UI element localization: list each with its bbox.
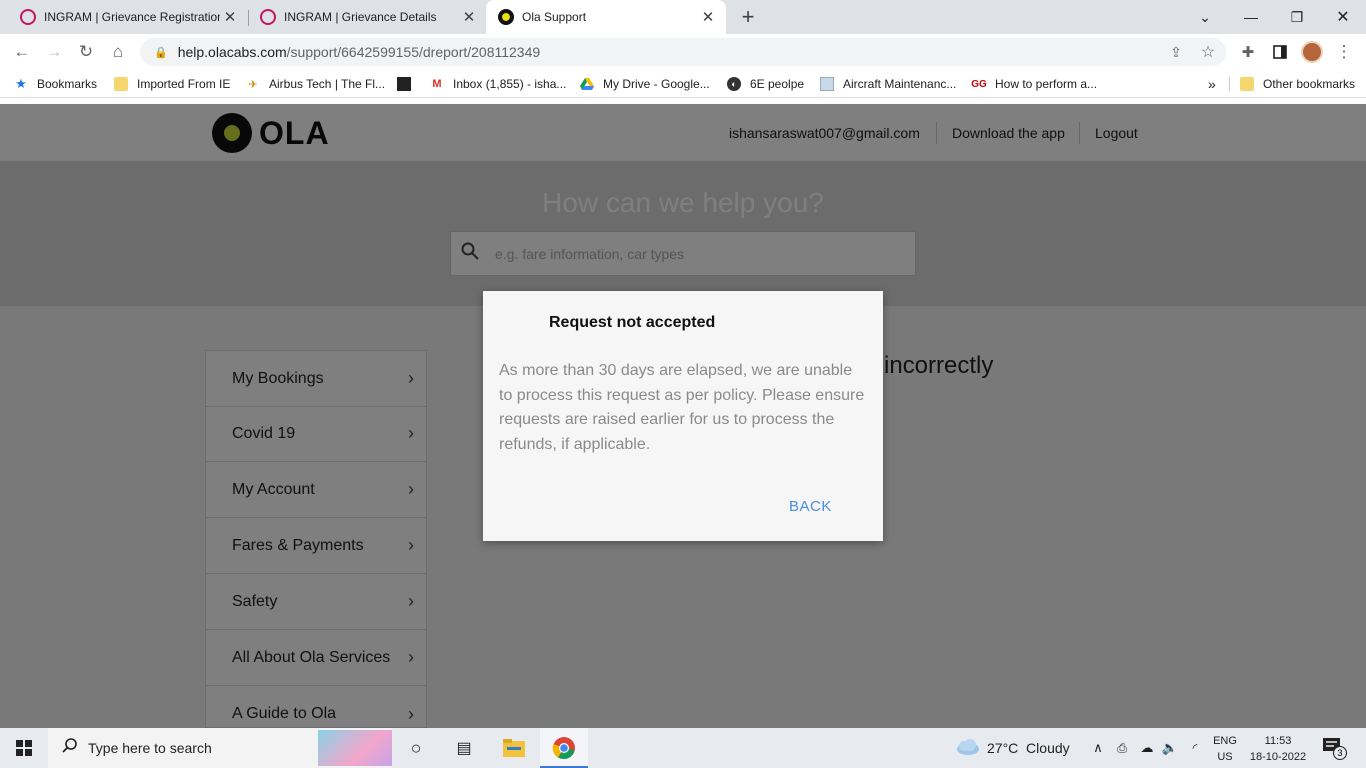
tab-title: INGRAM | Grievance Registration xyxy=(44,10,220,24)
dialog-message: As more than 30 days are elapsed, we are… xyxy=(499,362,865,453)
globe-icon: ◐ xyxy=(727,77,741,91)
home-icon[interactable]: ⌂ xyxy=(106,40,130,64)
bookmark-divider xyxy=(1229,77,1230,91)
bookmark-item[interactable]: M Inbox (1,855) - isha... xyxy=(430,75,566,93)
language-indicator[interactable]: ENG US xyxy=(1212,733,1238,765)
tab-search-icon[interactable]: ⌄ xyxy=(1182,0,1228,34)
search-highlight-image[interactable] xyxy=(318,730,392,766)
reload-icon[interactable]: ↻ xyxy=(74,40,98,64)
restore-button[interactable]: ❐ xyxy=(1274,0,1320,34)
bookmark-label: My Drive - Google... xyxy=(603,77,710,91)
side-panel-icon[interactable] xyxy=(1268,40,1292,64)
share-icon[interactable]: ⇪ xyxy=(1164,40,1188,64)
notification-count-badge: 3 xyxy=(1333,746,1347,760)
volume-icon[interactable]: 🔈 xyxy=(1161,738,1179,758)
gfg-icon: GG xyxy=(971,78,987,90)
extensions-icon[interactable]: ✚ xyxy=(1236,40,1260,64)
cloudy-weather-icon[interactable] xyxy=(954,739,980,755)
close-tab-icon[interactable]: ✕ xyxy=(698,8,718,26)
keyboard-layout: US xyxy=(1217,751,1233,763)
bookmark-label: Bookmarks xyxy=(37,77,98,91)
folder-icon xyxy=(114,77,128,91)
tab-ingram-registration[interactable]: INGRAM | Grievance Registration ✕ xyxy=(0,0,248,34)
chrome-taskbar-button[interactable] xyxy=(540,728,588,768)
bookmark-label: 6E peolpe xyxy=(750,77,805,91)
bookmark-item[interactable] xyxy=(397,75,420,93)
show-hidden-icons-icon[interactable]: ∧ xyxy=(1090,738,1106,758)
bookmark-item[interactable]: Imported From IE xyxy=(114,75,230,93)
notification-center-icon[interactable]: 3 xyxy=(1322,737,1347,761)
bookmark-item[interactable]: My Drive - Google... xyxy=(580,75,710,93)
bookmark-star-icon[interactable]: ☆ xyxy=(1196,40,1220,64)
profile-avatar[interactable] xyxy=(1301,41,1323,63)
forward-arrow-icon[interactable]: → xyxy=(42,40,66,64)
bookmark-label: How to perform a... xyxy=(995,77,1098,91)
folder-icon xyxy=(1240,77,1254,91)
tab-ingram-details[interactable]: INGRAM | Grievance Details ✕ xyxy=(240,0,487,34)
new-tab-button[interactable]: + xyxy=(736,4,760,29)
back-arrow-icon[interactable]: ← xyxy=(10,40,34,64)
file-explorer-icon[interactable] xyxy=(498,728,530,768)
widgets-icon[interactable]: ▤ xyxy=(448,728,480,768)
wifi-icon[interactable]: ◜ xyxy=(1186,738,1204,758)
search-icon xyxy=(62,737,78,759)
lock-icon: 🔒 xyxy=(154,46,168,59)
address-bar[interactable]: 🔒 help.olacabs.com/support/6642599155/dr… xyxy=(140,38,1226,66)
back-button[interactable]: BACK xyxy=(789,498,832,515)
drive-icon xyxy=(580,77,594,91)
request-dialog: Request not accepted As more than 30 day… xyxy=(483,291,883,541)
dialog-title: Request not accepted xyxy=(549,314,716,331)
bookmark-item[interactable]: ✈ Airbus Tech | The Fl... xyxy=(246,75,385,93)
minimize-button[interactable]: — xyxy=(1228,0,1274,34)
url-path: /support/6642599155/dreport/208112349 xyxy=(286,44,541,60)
language-code: ENG xyxy=(1213,735,1237,747)
ola-favicon-icon xyxy=(498,9,514,25)
url-host: help.olacabs.com xyxy=(177,44,287,60)
star-icon: ★ xyxy=(15,76,27,91)
bookmark-item[interactable]: ★ Bookmarks xyxy=(14,75,97,93)
bookmark-item[interactable]: GG How to perform a... xyxy=(971,75,1098,93)
close-window-button[interactable]: ✕ xyxy=(1320,0,1366,34)
tab-title: Ola Support xyxy=(522,10,587,24)
page-icon xyxy=(820,77,834,91)
clock-time: 11:53 xyxy=(1264,735,1292,747)
clock-date: 18-10-2022 xyxy=(1249,751,1307,763)
meet-now-icon[interactable]: ⎙ xyxy=(1114,738,1130,758)
bookmarks-overflow-button[interactable]: » xyxy=(1208,75,1216,93)
other-bookmarks[interactable]: Other bookmarks xyxy=(1240,75,1355,93)
ingram-favicon-icon xyxy=(20,9,36,25)
gmail-icon: M xyxy=(432,78,442,90)
windows-start-icon[interactable] xyxy=(0,728,48,768)
clock[interactable]: 11:53 18-10-2022 xyxy=(1246,733,1310,765)
tab-title: INGRAM | Grievance Details xyxy=(284,10,437,24)
close-tab-icon[interactable]: ✕ xyxy=(459,8,479,26)
ingram-favicon-icon xyxy=(260,9,276,25)
bookmark-item[interactable]: ◐ 6E peolpe xyxy=(727,75,804,93)
bookmark-label: Airbus Tech | The Fl... xyxy=(269,77,386,91)
bookmark-label: Inbox (1,855) - isha... xyxy=(453,77,567,91)
tab-ola-support[interactable]: Ola Support ✕ xyxy=(486,0,726,34)
task-view-icon[interactable]: ○ xyxy=(400,728,432,768)
close-tab-icon[interactable]: ✕ xyxy=(220,8,240,26)
bookmark-label: Aircraft Maintenanc... xyxy=(843,77,957,91)
bookmark-label: Imported From IE xyxy=(137,77,231,91)
onedrive-icon[interactable]: ☁ xyxy=(1138,738,1156,758)
weather-text[interactable]: 27°C Cloudy xyxy=(987,740,1070,756)
bookmark-item[interactable]: Aircraft Maintenanc... xyxy=(820,75,956,93)
taskbar-search-placeholder: Type here to search xyxy=(88,740,212,756)
dark-site-icon xyxy=(397,77,411,91)
menu-kebab-icon[interactable]: ⋮ xyxy=(1332,40,1356,64)
bookmark-label: Other bookmarks xyxy=(1263,77,1356,91)
airbus-icon: ✈ xyxy=(248,78,258,91)
